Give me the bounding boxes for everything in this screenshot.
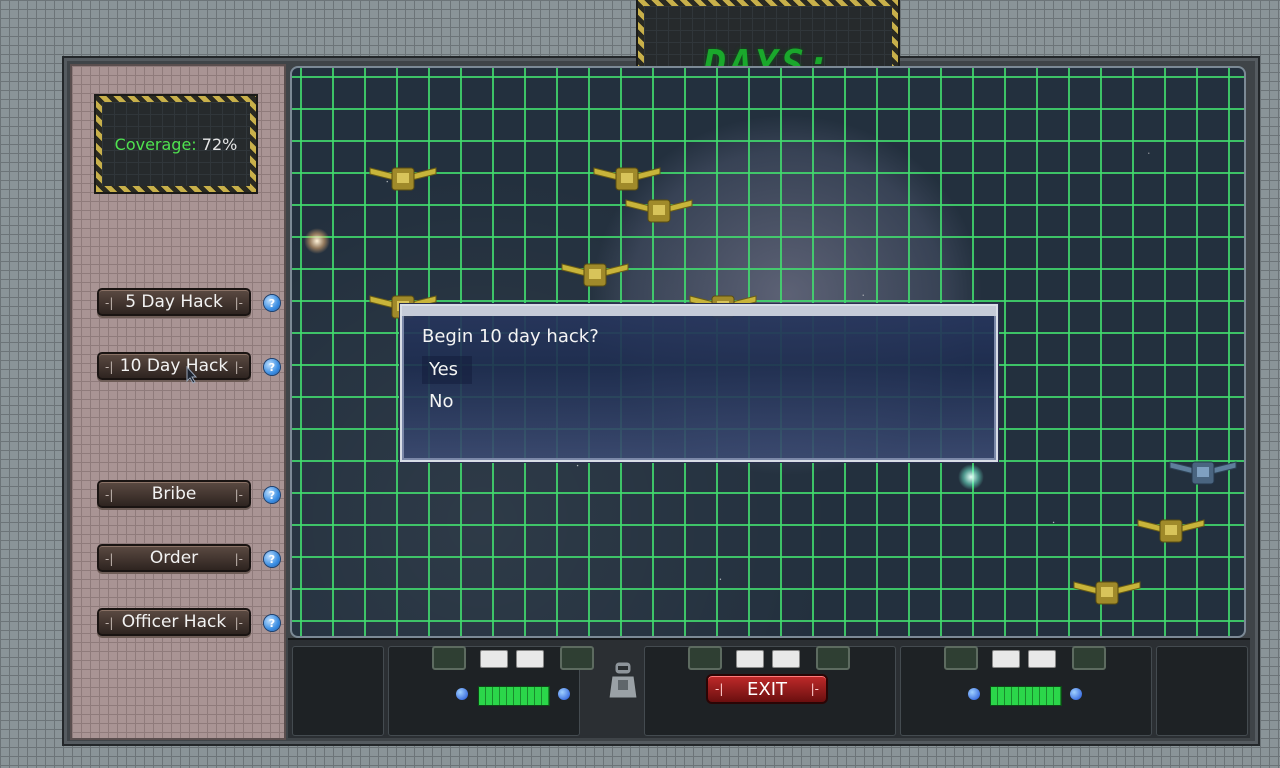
exit-button[interactable]: -| EXIT |- bbox=[706, 674, 828, 704]
indicator-light-icon bbox=[1070, 688, 1082, 700]
console-screen bbox=[560, 646, 594, 670]
ten-day-hack-help-icon[interactable]: ? bbox=[264, 359, 280, 375]
dialog-option-no[interactable]: No bbox=[422, 388, 982, 416]
console-screen bbox=[1072, 646, 1106, 670]
console-screen bbox=[688, 646, 722, 670]
coverage-value: 72% bbox=[201, 134, 238, 154]
order-help-icon[interactable]: ? bbox=[264, 551, 280, 567]
bribe-help-icon[interactable]: ? bbox=[264, 487, 280, 503]
satellite-icon[interactable] bbox=[368, 160, 438, 194]
indicator-light-icon bbox=[558, 688, 570, 700]
console-panel bbox=[1156, 646, 1248, 736]
officer-hack-help-icon[interactable]: ? bbox=[264, 615, 280, 631]
bribe-button[interactable]: -| Bribe |- bbox=[97, 480, 251, 508]
satellite-icon[interactable] bbox=[1136, 512, 1206, 546]
gauge-icon bbox=[992, 650, 1020, 668]
gauge-icon bbox=[1028, 650, 1056, 668]
console-screen bbox=[944, 646, 978, 670]
signal-flare-icon bbox=[958, 464, 984, 490]
exit-label: EXIT bbox=[746, 678, 787, 700]
keyboard-icon bbox=[990, 686, 1062, 706]
coverage-display: Coverage: 72% bbox=[96, 96, 256, 192]
ten-day-hack-label: 10 Day Hack bbox=[119, 356, 229, 376]
satellite-icon[interactable] bbox=[624, 192, 694, 226]
ten-day-hack-button[interactable]: -| 10 Day Hack |- bbox=[97, 352, 251, 380]
satellite-icon[interactable] bbox=[560, 256, 630, 290]
gauge-icon bbox=[772, 650, 800, 668]
indicator-light-icon bbox=[456, 688, 468, 700]
five-day-hack-button[interactable]: -| 5 Day Hack |- bbox=[97, 288, 251, 316]
gauge-icon bbox=[736, 650, 764, 668]
dialog-titlebar[interactable] bbox=[402, 306, 996, 316]
console-panel bbox=[292, 646, 384, 736]
confirm-hack-dialog: Begin 10 day hack? Yes No bbox=[400, 304, 998, 462]
gauge-icon bbox=[516, 650, 544, 668]
five-day-hack-help-icon[interactable]: ? bbox=[264, 295, 280, 311]
satellite-icon[interactable] bbox=[1072, 574, 1142, 608]
signal-flare-icon bbox=[304, 228, 330, 254]
dialog-prompt: Begin 10 day hack? bbox=[422, 326, 599, 347]
robot-icon[interactable] bbox=[606, 660, 640, 700]
order-label: Order bbox=[149, 548, 199, 568]
bribe-label: Bribe bbox=[151, 484, 197, 504]
order-button[interactable]: -| Order |- bbox=[97, 544, 251, 572]
console-screen bbox=[432, 646, 466, 670]
satellite-icon[interactable] bbox=[1168, 454, 1238, 488]
officer-hack-button[interactable]: -| Officer Hack |- bbox=[97, 608, 251, 636]
officer-hack-label: Officer Hack bbox=[121, 612, 227, 632]
mouse-cursor-icon bbox=[186, 366, 198, 384]
satellite-icon[interactable] bbox=[592, 160, 662, 194]
dialog-option-yes[interactable]: Yes bbox=[422, 356, 472, 384]
indicator-light-icon bbox=[968, 688, 980, 700]
console-screen bbox=[816, 646, 850, 670]
coverage-label: Coverage: bbox=[114, 134, 197, 154]
gauge-icon bbox=[480, 650, 508, 668]
five-day-hack-label: 5 Day Hack bbox=[125, 292, 223, 312]
keyboard-icon bbox=[478, 686, 550, 706]
